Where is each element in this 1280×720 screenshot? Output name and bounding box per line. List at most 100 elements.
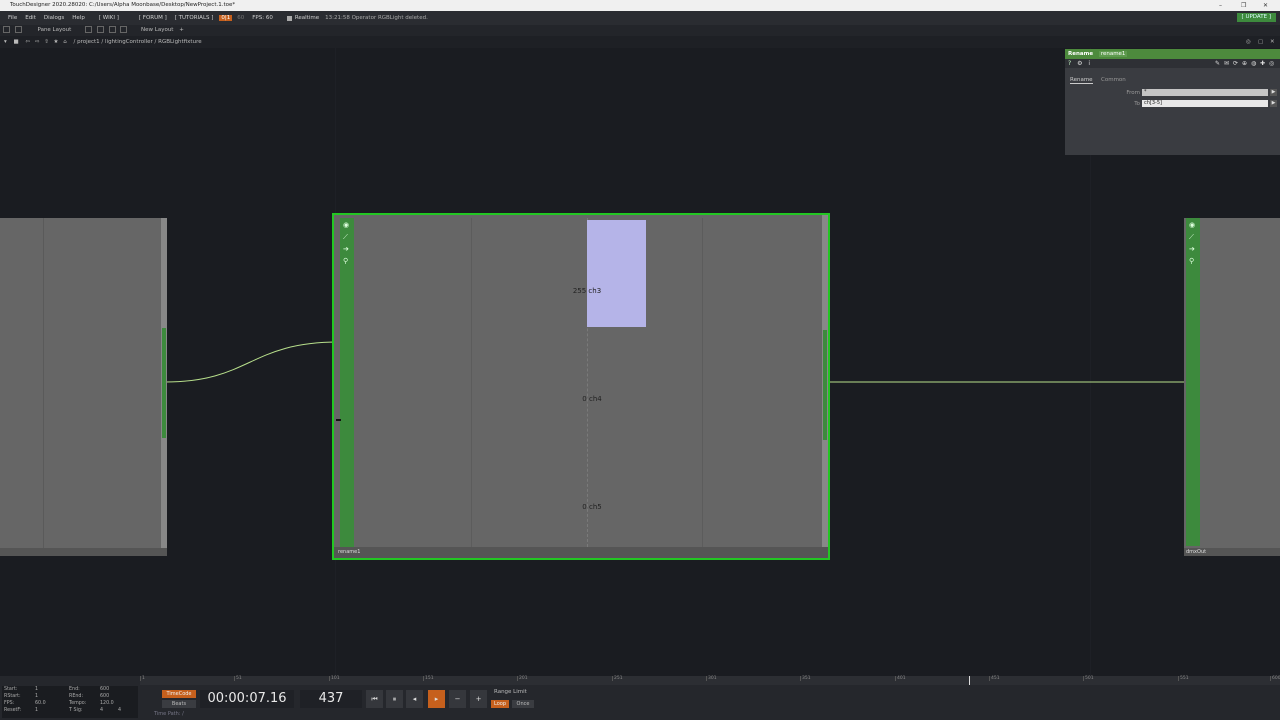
new-layout-label[interactable]: New Layout bbox=[141, 27, 173, 33]
close-icon[interactable]: ✕ bbox=[1263, 0, 1268, 11]
layout-2-icon[interactable] bbox=[96, 26, 104, 33]
globe-icon[interactable]: ◍ bbox=[1251, 59, 1256, 68]
up-icon[interactable]: ⇧ bbox=[44, 39, 49, 45]
param-from-field[interactable]: * bbox=[1142, 89, 1268, 96]
window-title: TouchDesigner 2020.28020: C:/Users/Alpha… bbox=[10, 2, 236, 8]
viewer-active-icon[interactable]: ◉ bbox=[343, 221, 349, 229]
layout-3-icon[interactable] bbox=[108, 26, 116, 33]
back-icon[interactable]: ⇦ bbox=[25, 39, 30, 45]
home-icon[interactable]: ⌂ bbox=[63, 39, 67, 45]
tsig-den[interactable]: 4 bbox=[118, 708, 121, 713]
channel-bar-ch3 bbox=[587, 220, 646, 327]
comment-icon[interactable]: ✉ bbox=[1224, 59, 1229, 68]
rend-value[interactable]: 600 bbox=[100, 694, 109, 699]
param-to-field[interactable]: ch[3-5] bbox=[1142, 100, 1268, 107]
maximize-icon[interactable]: ❐ bbox=[1241, 0, 1246, 11]
end-value[interactable]: 600 bbox=[100, 687, 109, 692]
fps-value[interactable]: 60.0 bbox=[35, 701, 46, 706]
resetf-value[interactable]: 1 bbox=[35, 708, 38, 713]
param-from-menu-icon[interactable]: ▶ bbox=[1270, 89, 1277, 96]
pane-split-icon[interactable] bbox=[3, 26, 10, 33]
loop-button[interactable]: Loop bbox=[491, 700, 509, 708]
rstart-value[interactable]: 1 bbox=[35, 694, 38, 699]
forum-link[interactable]: [ FORUM ] bbox=[139, 15, 167, 21]
python-icon[interactable]: ⚙ bbox=[1077, 60, 1082, 67]
forward-icon[interactable]: ⇨ bbox=[35, 39, 40, 45]
refresh-icon[interactable]: ⟳ bbox=[1233, 59, 1238, 68]
tsig-num[interactable]: 4 bbox=[100, 708, 103, 713]
step-minus-icon[interactable]: − bbox=[449, 690, 466, 708]
frame-display[interactable]: 437 bbox=[300, 690, 362, 708]
play-icon[interactable]: ▸ bbox=[428, 690, 445, 708]
tab-rename[interactable]: Rename bbox=[1070, 77, 1093, 84]
menu-dialogs[interactable]: Dialogs bbox=[44, 15, 64, 21]
timecode-display[interactable]: 00:00:07.16 bbox=[200, 690, 294, 708]
pane-options-icon[interactable] bbox=[14, 26, 22, 33]
layout-1-icon[interactable] bbox=[85, 26, 93, 33]
pause-icon[interactable]: ⏸ bbox=[386, 690, 403, 708]
resetf-label: ResetF: bbox=[4, 708, 22, 713]
step-plus-icon[interactable]: + bbox=[470, 690, 487, 708]
start-value[interactable]: 1 bbox=[35, 687, 38, 692]
playhead[interactable] bbox=[969, 676, 970, 685]
rstart-label: RStart: bbox=[4, 694, 21, 699]
wiki-link[interactable]: [ WIKI ] bbox=[99, 15, 119, 21]
pane-maximize-icon[interactable]: ▢ bbox=[1258, 36, 1263, 48]
menu-edit[interactable]: Edit bbox=[25, 15, 36, 21]
pane-layout-label[interactable]: Pane Layout bbox=[38, 27, 72, 33]
beats-button[interactable]: Beats bbox=[162, 700, 196, 708]
param-to-menu-icon[interactable]: ▶ bbox=[1270, 100, 1277, 107]
range-limit-label: Range Limit bbox=[494, 689, 527, 695]
viewer-active-icon-dmx[interactable]: ◉ bbox=[1189, 221, 1195, 229]
node-name[interactable]: rename1 bbox=[338, 549, 360, 555]
stop-icon[interactable]: ■ bbox=[14, 39, 19, 45]
once-button[interactable]: Once bbox=[512, 700, 534, 708]
ruler-tick: 351 bbox=[800, 676, 811, 681]
op-name[interactable]: rename1 bbox=[1098, 51, 1128, 57]
layout-bar: Pane Layout New Layout + bbox=[0, 25, 1280, 36]
step-back-icon[interactable]: ◂ bbox=[406, 690, 423, 708]
lock-icon[interactable]: ⚲ bbox=[343, 257, 348, 265]
minimize-icon[interactable]: – bbox=[1219, 0, 1222, 11]
pane-close-icon[interactable]: ✕ bbox=[1270, 36, 1275, 48]
add-layout-icon[interactable]: + bbox=[179, 27, 184, 33]
node-name-dmx[interactable]: dmxOut bbox=[1186, 549, 1206, 555]
add-icon[interactable]: ✚ bbox=[1260, 59, 1265, 68]
tab-common[interactable]: Common bbox=[1101, 77, 1126, 83]
pane-menu-icon[interactable]: ▾ bbox=[4, 39, 7, 45]
layout-4-icon[interactable] bbox=[120, 26, 128, 33]
bypass-icon[interactable]: ⟋ bbox=[343, 233, 348, 242]
status-message: 13:21:58 Operator RGBLight deleted. bbox=[325, 15, 428, 21]
tutorials-link[interactable]: [ TUTORIALS ] bbox=[175, 15, 214, 21]
fps-label: FPS: bbox=[4, 701, 15, 706]
network-path[interactable]: / project1 / lightingController / RGBLig… bbox=[73, 39, 201, 45]
ruler-tick: 1 bbox=[140, 676, 145, 681]
rename1-node[interactable]: ◉ ⟋ ➔ ⚲ 255 ch3 0 ch4 0 ch5 rename1 bbox=[332, 213, 830, 560]
dmxout-node[interactable]: ◉ ⟋ ➔ ⚲ dmxOut bbox=[1184, 218, 1280, 556]
ruler-tick: 600 bbox=[1270, 676, 1280, 681]
realtime-label: Realtime bbox=[294, 15, 320, 21]
op-type: Rename bbox=[1068, 51, 1094, 57]
rewind-icon[interactable]: ⏮ bbox=[366, 690, 383, 708]
bypass-icon-dmx[interactable]: ⟋ bbox=[1189, 233, 1194, 242]
target-icon[interactable]: ◎ bbox=[1269, 59, 1274, 68]
update-button[interactable]: [ UPDATE ] bbox=[1236, 13, 1276, 22]
display-flag-icon-dmx[interactable]: ➔ bbox=[1189, 245, 1195, 253]
menu-file[interactable]: File bbox=[8, 15, 17, 21]
menu-help[interactable]: Help bbox=[72, 15, 85, 21]
help-icon[interactable]: ? bbox=[1068, 60, 1071, 67]
tempo-value[interactable]: 120.0 bbox=[100, 701, 114, 706]
bookmark-icon[interactable]: ★ bbox=[54, 39, 59, 45]
upstream-node[interactable] bbox=[0, 218, 167, 556]
display-flag-icon[interactable]: ➔ bbox=[343, 245, 349, 253]
edit-icon[interactable]: ✎ bbox=[1215, 59, 1220, 68]
perf-badge[interactable]: 0|1 bbox=[219, 15, 233, 21]
info-icon[interactable]: i bbox=[1088, 60, 1090, 67]
timeline-ruler[interactable]: 1 51 101 151 201 251 301 351 401 451 501 551 600 bbox=[140, 676, 1280, 685]
lock-icon-dmx[interactable]: ⚲ bbox=[1189, 257, 1194, 265]
input-connector[interactable] bbox=[336, 419, 341, 421]
realtime-toggle[interactable] bbox=[286, 15, 292, 21]
timecode-button[interactable]: TimeCode bbox=[162, 690, 196, 698]
pane-settings-icon[interactable]: ◎ bbox=[1246, 36, 1251, 48]
network-icon[interactable]: ⊕ bbox=[1242, 59, 1247, 68]
